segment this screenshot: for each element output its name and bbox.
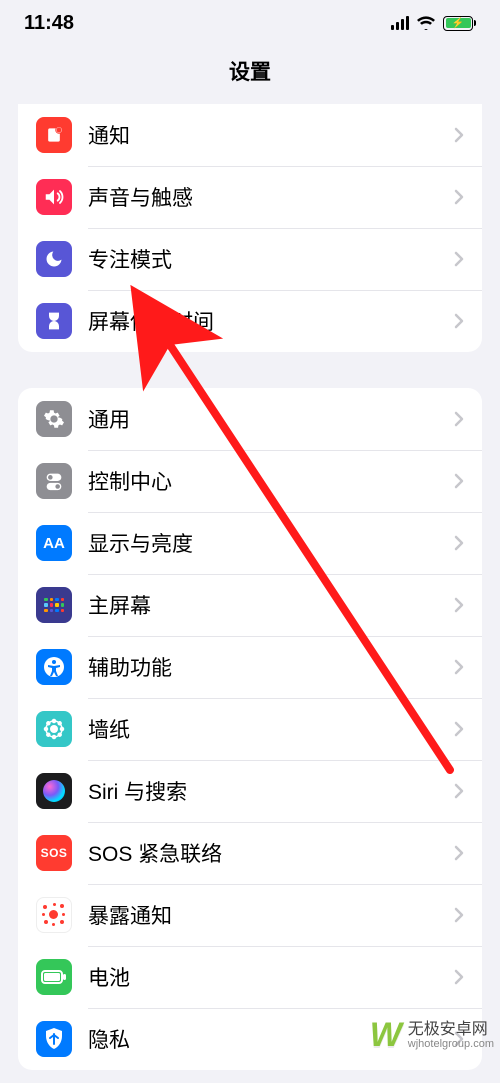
row-label: 显示与亮度 (88, 528, 454, 558)
chevron-right-icon (454, 721, 464, 737)
watermark-url: wjhotelgroup.com (408, 1038, 494, 1050)
watermark-logo: W (370, 1016, 402, 1055)
settings-group-1: 通知 声音与触感 专注模式 屏幕使用时间 (18, 104, 482, 352)
row-label: SOS 紧急联络 (88, 838, 454, 868)
settings-row-wallpaper[interactable]: 墙纸 (18, 698, 482, 760)
status-icons: ⚡ (391, 16, 477, 31)
row-label: 声音与触感 (88, 182, 454, 212)
row-label: 专注模式 (88, 244, 454, 274)
chevron-right-icon (454, 659, 464, 675)
chevron-right-icon (454, 845, 464, 861)
row-label: 暴露通知 (88, 900, 454, 930)
focus-icon (36, 241, 72, 277)
wallpaper-icon (36, 711, 72, 747)
chevron-right-icon (454, 907, 464, 923)
chevron-right-icon (454, 535, 464, 551)
settings-row-sos[interactable]: SOS SOS 紧急联络 (18, 822, 482, 884)
home-screen-icon (36, 587, 72, 623)
settings-group-2: 通用 控制中心 AA 显示与亮度 主屏幕 辅助功能 墙纸 Siri (18, 388, 482, 1070)
settings-row-display[interactable]: AA 显示与亮度 (18, 512, 482, 574)
status-bar: 11:48 ⚡ (0, 0, 500, 42)
row-label: 电池 (88, 962, 454, 992)
chevron-right-icon (454, 127, 464, 143)
sounds-icon (36, 179, 72, 215)
chevron-right-icon (454, 411, 464, 427)
settings-row-siri[interactable]: Siri 与搜索 (18, 760, 482, 822)
battery-settings-icon (36, 959, 72, 995)
chevron-right-icon (454, 189, 464, 205)
cellular-signal-icon (391, 16, 410, 30)
chevron-right-icon (454, 251, 464, 267)
settings-row-sounds[interactable]: 声音与触感 (18, 166, 482, 228)
control-center-icon (36, 463, 72, 499)
row-label: 通知 (88, 120, 454, 150)
chevron-right-icon (454, 597, 464, 613)
row-label: Siri 与搜索 (88, 776, 454, 806)
settings-row-notifications[interactable]: 通知 (18, 104, 482, 166)
chevron-right-icon (454, 473, 464, 489)
settings-row-exposure[interactable]: 暴露通知 (18, 884, 482, 946)
watermark: W 无极安卓网 wjhotelgroup.com (370, 1016, 494, 1055)
row-label: 墙纸 (88, 714, 454, 744)
settings-row-screen-time[interactable]: 屏幕使用时间 (18, 290, 482, 352)
row-label: 屏幕使用时间 (88, 306, 454, 336)
settings-row-focus[interactable]: 专注模式 (18, 228, 482, 290)
chevron-right-icon (454, 969, 464, 985)
chevron-right-icon (454, 313, 464, 329)
accessibility-icon (36, 649, 72, 685)
settings-row-control-center[interactable]: 控制中心 (18, 450, 482, 512)
general-icon (36, 401, 72, 437)
chevron-right-icon (454, 783, 464, 799)
watermark-title: 无极安卓网 (408, 1021, 494, 1039)
exposure-notification-icon (36, 897, 72, 933)
settings-row-battery[interactable]: 电池 (18, 946, 482, 1008)
sos-icon: SOS (36, 835, 72, 871)
screen-time-icon (36, 303, 72, 339)
row-label: 主屏幕 (88, 590, 454, 620)
settings-row-general[interactable]: 通用 (18, 388, 482, 450)
siri-icon (36, 773, 72, 809)
row-label: 通用 (88, 404, 454, 434)
status-time: 11:48 (24, 12, 74, 35)
settings-row-accessibility[interactable]: 辅助功能 (18, 636, 482, 698)
privacy-icon (36, 1021, 72, 1057)
row-label: 控制中心 (88, 466, 454, 496)
battery-icon: ⚡ (443, 16, 476, 31)
notifications-icon (36, 117, 72, 153)
row-label: 辅助功能 (88, 652, 454, 682)
display-brightness-icon: AA (36, 525, 72, 561)
settings-row-home-screen[interactable]: 主屏幕 (18, 574, 482, 636)
wifi-icon (416, 16, 436, 30)
page-title: 设置 (0, 42, 500, 104)
